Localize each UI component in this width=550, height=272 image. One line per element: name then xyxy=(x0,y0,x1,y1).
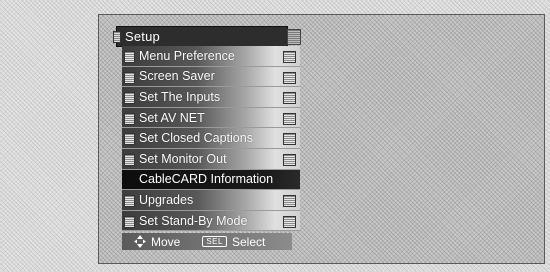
item-tab-right-icon xyxy=(283,195,296,208)
menu-title-bar: Setup xyxy=(113,26,301,47)
item-tab-left-icon xyxy=(124,195,135,208)
item-tab-left-icon xyxy=(124,92,135,105)
menu-item-label: Set Monitor Out xyxy=(139,151,227,166)
menu-item-label: Upgrades xyxy=(139,192,194,207)
title-tab-left-icon xyxy=(113,31,121,43)
item-tab-right-icon xyxy=(283,153,296,166)
menu-item-upgrades[interactable]: Upgrades xyxy=(122,190,300,211)
item-tab-right-icon xyxy=(283,71,296,84)
menu-item-set-av-net[interactable]: Set AV NET xyxy=(122,107,300,129)
menu-item-label: Set Stand-By Mode xyxy=(139,213,248,228)
four-way-arrow-icon xyxy=(134,235,146,248)
menu-list: Menu Preference Screen Saver Set The Inp… xyxy=(122,46,300,232)
menu-item-label: Menu Preference xyxy=(139,48,235,63)
menu-item-set-closed-captions[interactable]: Set Closed Captions xyxy=(122,128,300,149)
item-tab-left-icon xyxy=(124,153,135,166)
menu-item-cablecard-information[interactable]: CableCARD Information xyxy=(122,169,300,191)
menu-item-label: Set AV NET xyxy=(139,110,205,125)
item-tab-left-icon xyxy=(124,112,135,125)
sel-key-icon: SEL xyxy=(202,236,227,247)
select-hint-label: Select xyxy=(231,234,266,249)
item-tab-left-icon xyxy=(124,133,135,146)
menu-item-label: CableCARD Information xyxy=(139,172,274,187)
item-tab-left-icon xyxy=(124,71,135,84)
menu-item-set-the-inputs[interactable]: Set The Inputs xyxy=(122,87,300,108)
title-tab-right-icon xyxy=(287,29,301,45)
item-tab-left-icon xyxy=(124,51,135,63)
menu-item-screen-saver[interactable]: Screen Saver xyxy=(122,66,300,88)
item-tab-right-icon xyxy=(283,133,296,146)
item-tab-left-icon xyxy=(124,215,135,228)
menu-item-label: Set The Inputs xyxy=(139,89,221,104)
item-tab-right-icon xyxy=(283,92,296,105)
menu-footer-hint: Move SEL Select xyxy=(122,233,292,250)
item-tab-right-icon xyxy=(283,51,296,63)
menu-title: Setup xyxy=(125,29,160,44)
menu-item-label: Set Closed Captions xyxy=(139,131,253,146)
menu-item-menu-preference[interactable]: Menu Preference xyxy=(122,46,300,67)
item-tab-right-icon xyxy=(283,215,296,228)
menu-item-set-stand-by-mode[interactable]: Set Stand-By Mode xyxy=(122,210,300,232)
move-hint-label: Move xyxy=(151,234,181,249)
menu-item-label: Screen Saver xyxy=(139,69,215,84)
setup-menu: Setup Menu Preference Screen Saver Set T… xyxy=(113,26,302,250)
item-tab-right-icon xyxy=(283,112,296,125)
menu-item-set-monitor-out[interactable]: Set Monitor Out xyxy=(122,148,300,170)
